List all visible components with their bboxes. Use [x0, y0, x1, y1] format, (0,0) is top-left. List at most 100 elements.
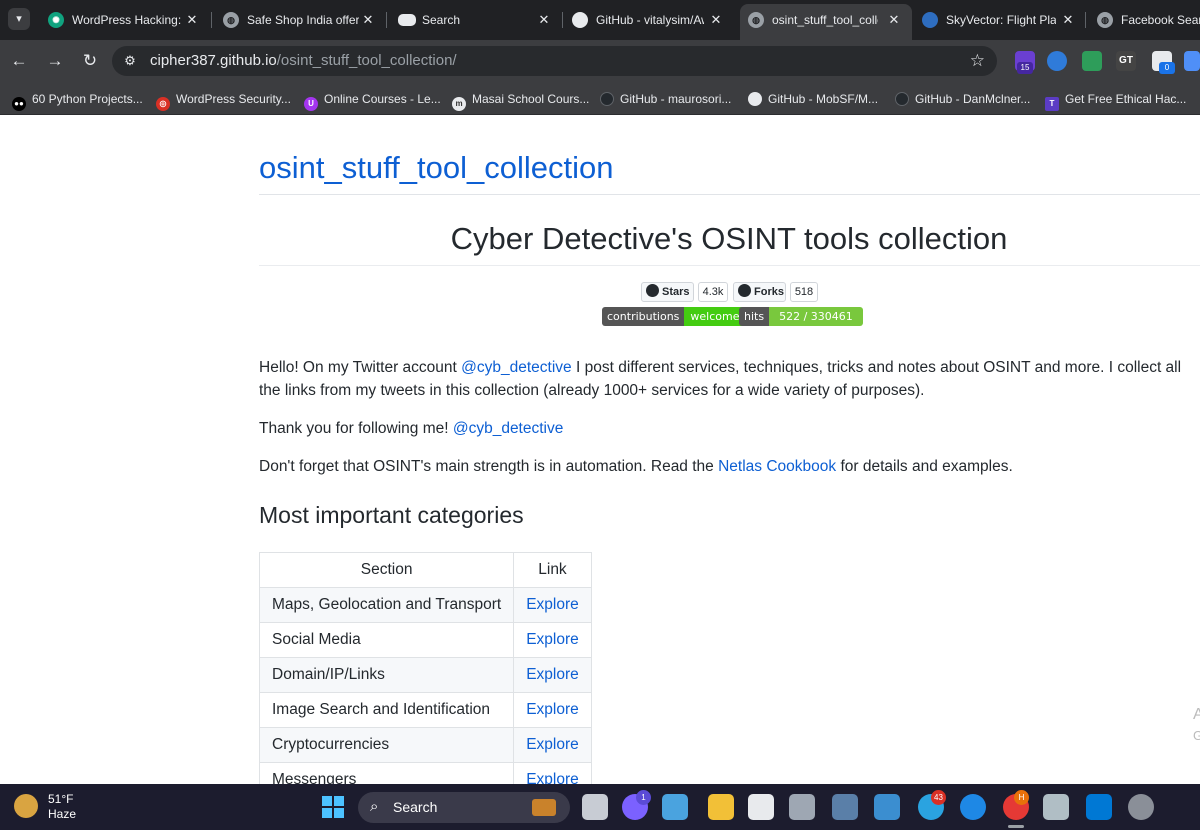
weather-haze-icon[interactable] — [14, 794, 38, 818]
twitter-link[interactable]: @cyb_detective — [461, 359, 572, 376]
page-heading-text: Cyber Detective's OSINT tools collection — [450, 221, 1008, 256]
bookmark-star-icon[interactable]: ☆ — [970, 51, 985, 71]
explore-link[interactable]: Explore — [513, 727, 592, 763]
section-cell: Image Search and Identification — [258, 692, 515, 728]
thanks-paragraph: Thank you for following me! @cyb_detecti… — [259, 420, 564, 437]
table-header-row: Section Link — [258, 552, 592, 588]
stars-label: Stars — [662, 286, 690, 298]
toolbar: ← → ↻ ⚙ cipher387.github.io/osint_stuff_… — [0, 40, 1200, 82]
address-bar[interactable]: ⚙ cipher387.github.io/osint_stuff_tool_c… — [112, 46, 997, 76]
explore-link[interactable]: Explore — [513, 692, 592, 728]
snipping-tool-icon[interactable] — [1043, 794, 1069, 820]
extension-gt-icon[interactable]: GT — [1116, 51, 1136, 71]
vscode-icon[interactable] — [1086, 794, 1112, 820]
tab-wordpress-hacking[interactable]: ✺ WordPress Hacking: I ✕ — [48, 4, 208, 36]
tab-skyvector[interactable]: SkyVector: Flight Plan ✕ — [922, 4, 1082, 36]
explore-link[interactable]: Explore — [513, 587, 592, 623]
edge-text-fragment: A — [1193, 706, 1200, 723]
back-arrow-icon[interactable]: ← — [8, 50, 30, 72]
github-icon — [646, 284, 659, 297]
divider — [259, 194, 1200, 195]
tab-separator — [211, 12, 212, 28]
forward-arrow-icon[interactable]: → — [44, 50, 66, 72]
url-text[interactable]: cipher387.github.io/osint_stuff_tool_col… — [150, 53, 457, 69]
tab-separator — [1085, 12, 1086, 28]
column-header: Section — [258, 552, 515, 588]
github-icon — [572, 12, 588, 28]
bookmark-github-maurosori[interactable]: GitHub - maurosori... — [600, 90, 731, 108]
url-host: cipher387.github.io — [150, 52, 277, 69]
weather-temperature[interactable]: 51°F — [48, 792, 73, 807]
bookmark-python-projects[interactable]: ●● 60 Python Projects... — [12, 90, 143, 111]
close-icon[interactable]: ✕ — [360, 12, 376, 28]
bookmark-masai-school[interactable]: m Masai School Cours... — [452, 90, 589, 111]
tab-title: osint_stuff_tool_colle — [772, 13, 878, 27]
bookmark-wordpress-security[interactable]: ◎ WordPress Security... — [156, 90, 291, 111]
close-icon[interactable]: ✕ — [886, 12, 902, 28]
file-explorer-icon[interactable] — [708, 794, 734, 820]
tab-search-chevron-icon[interactable]: ▾ — [8, 8, 30, 30]
edge-browser-icon[interactable] — [960, 794, 986, 820]
badge-label: contributions — [602, 307, 685, 326]
bookmark-github-mobsf[interactable]: GitHub - MobSF/M... — [748, 90, 878, 108]
explore-link[interactable]: Explore — [513, 622, 592, 658]
close-icon[interactable]: ✕ — [1060, 12, 1076, 28]
bookmark-label: GitHub - maurosori... — [620, 92, 732, 106]
explore-link[interactable]: Explore — [513, 762, 592, 784]
tab-osint-active[interactable]: ◍ osint_stuff_tool_colle ✕ — [740, 4, 912, 40]
bookmark-github-danmclner[interactable]: GitHub - DanMclner... — [895, 90, 1030, 108]
extension-blue-icon[interactable] — [1184, 51, 1200, 71]
globe-icon: ◍ — [748, 12, 764, 28]
notepad-icon[interactable] — [874, 794, 900, 820]
site-info-icon[interactable]: ⚙ — [122, 53, 138, 69]
taskbar-search-box[interactable]: ⌕ Search — [358, 792, 570, 823]
tab-github-vitalysim[interactable]: GitHub - vitalysim/Aw ✕ — [572, 4, 732, 36]
section-cell: Social Media — [258, 622, 515, 658]
section-cell: Domain/IP/Links — [258, 657, 515, 693]
badge-label: hits — [739, 307, 770, 326]
bookmark-label: GitHub - DanMclner... — [915, 92, 1031, 106]
netlas-cookbook-link[interactable]: Netlas Cookbook — [718, 458, 836, 475]
edge-text-fragment: G — [1193, 728, 1200, 743]
bookmark-online-courses[interactable]: U Online Courses - Le... — [304, 90, 441, 111]
site-title-link[interactable]: osint_stuff_tool_collection — [259, 150, 613, 186]
microsoft-store-icon[interactable] — [748, 794, 774, 820]
bookmark-ethical-hacking[interactable]: T Get Free Ethical Hac... — [1045, 90, 1186, 111]
3d-viewer-icon[interactable] — [789, 794, 815, 820]
masai-icon: m — [452, 97, 466, 111]
section-cell: Maps, Geolocation and Transport — [258, 587, 515, 623]
extension-badge: 15 — [1017, 62, 1033, 74]
weather-condition[interactable]: Haze — [48, 807, 76, 822]
explore-link[interactable]: Explore — [513, 657, 592, 693]
extension-badge: 0 — [1159, 62, 1175, 74]
page-content: osint_stuff_tool_collection Cyber Detect… — [0, 116, 1200, 784]
windows-taskbar: 51°F Haze ⌕ Search 1 43 H — [0, 784, 1200, 830]
close-icon[interactable]: ✕ — [536, 12, 552, 28]
tutorial-icon: T — [1045, 97, 1059, 111]
tab-strip: ▾ ✺ WordPress Hacking: I ✕ ◍ Safe Shop I… — [0, 0, 1200, 40]
settings-gear-icon[interactable] — [1128, 794, 1154, 820]
reload-icon[interactable]: ↻ — [79, 50, 101, 72]
extension-ninja-icon[interactable] — [1047, 51, 1067, 71]
twitter-link[interactable]: @cyb_detective — [453, 420, 564, 437]
github-forks-button[interactable]: Forks — [733, 282, 786, 302]
github-stars-button[interactable]: Stars — [641, 282, 694, 302]
performance-monitor-icon[interactable] — [832, 794, 858, 820]
automation-paragraph: Don't forget that OSINT's main strength … — [259, 458, 1013, 475]
keyboard-app-icon[interactable] — [662, 794, 688, 820]
section-cell: Cryptocurrencies — [258, 727, 515, 763]
forks-count[interactable]: 518 — [790, 282, 818, 302]
close-icon[interactable]: ✕ — [184, 12, 200, 28]
table-row: Messengers Explore — [258, 762, 592, 784]
tab-search[interactable]: Search ✕ — [398, 4, 558, 36]
task-view-icon[interactable] — [582, 794, 608, 820]
tab-safe-shop[interactable]: ◍ Safe Shop India offer ✕ — [223, 4, 383, 36]
table-row: Maps, Geolocation and Transport Explore — [258, 587, 592, 623]
telegram-badge: 43 — [931, 790, 946, 805]
extension-download-icon[interactable] — [1082, 51, 1102, 71]
windows-start-icon[interactable] — [322, 796, 344, 818]
tab-facebook-search[interactable]: ◍ Facebook Search — [1097, 4, 1200, 36]
chat-badge: 1 — [636, 790, 651, 805]
stars-count[interactable]: 4.3k — [698, 282, 728, 302]
close-icon[interactable]: ✕ — [708, 12, 724, 28]
